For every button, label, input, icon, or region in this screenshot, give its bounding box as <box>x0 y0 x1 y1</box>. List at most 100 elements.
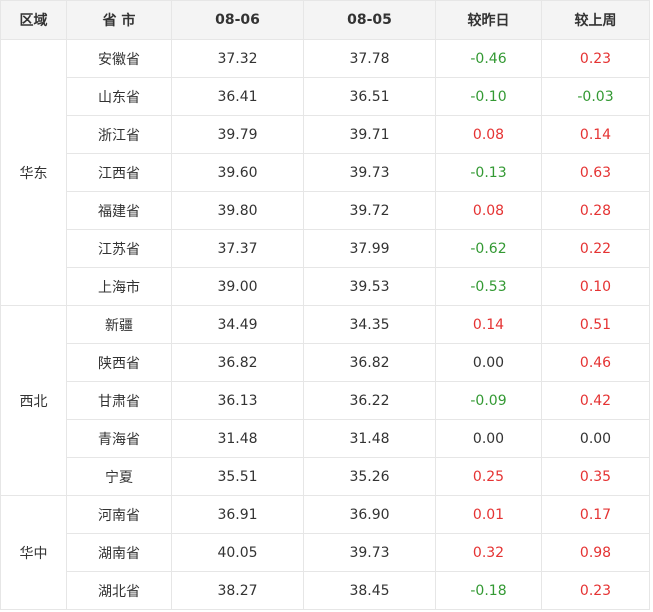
table-row: 湖南省 40.05 39.73 0.32 0.98 <box>1 533 650 572</box>
change-vs-yesterday-cell: 0.14 <box>435 305 542 344</box>
change-vs-last-week-cell: 0.63 <box>541 153 650 192</box>
change-vs-last-week-cell: 0.98 <box>541 533 650 572</box>
price-0806-cell: 39.79 <box>171 115 304 154</box>
price-0806-cell: 36.82 <box>171 343 304 382</box>
price-0805-cell: 38.45 <box>303 571 436 610</box>
price-0806-cell: 36.91 <box>171 495 304 534</box>
change-vs-last-week-cell: 0.22 <box>541 229 650 268</box>
price-0806-cell: 35.51 <box>171 457 304 496</box>
change-vs-yesterday-cell: -0.46 <box>435 39 542 78</box>
price-0806-cell: 40.05 <box>171 533 304 572</box>
price-0805-cell: 37.99 <box>303 229 436 268</box>
table-row: 江西省 39.60 39.73 -0.13 0.63 <box>1 153 650 192</box>
province-cell: 河南省 <box>66 495 172 534</box>
price-0805-cell: 39.53 <box>303 267 436 306</box>
change-vs-yesterday-cell: -0.62 <box>435 229 542 268</box>
price-0805-cell: 36.82 <box>303 343 436 382</box>
table-row: 华中 河南省 36.91 36.90 0.01 0.17 <box>0 495 650 610</box>
change-vs-last-week-cell: 0.23 <box>541 571 650 610</box>
change-vs-last-week-cell: 0.46 <box>541 343 650 382</box>
price-0805-cell: 37.78 <box>303 39 436 78</box>
price-0805-cell: 36.90 <box>303 495 436 534</box>
change-vs-yesterday-cell: -0.18 <box>435 571 542 610</box>
change-vs-yesterday-cell: 0.08 <box>435 191 542 230</box>
price-0805-cell: 39.71 <box>303 115 436 154</box>
change-vs-last-week-cell: 0.23 <box>541 39 650 78</box>
province-cell: 新疆 <box>66 305 172 344</box>
change-vs-last-week-cell: 0.51 <box>541 305 650 344</box>
table-row: 山东省 36.41 36.51 -0.10 -0.03 <box>1 77 650 116</box>
province-cell: 福建省 <box>66 191 172 230</box>
province-cell: 安徽省 <box>66 39 172 78</box>
province-cell: 宁夏 <box>66 457 172 496</box>
change-vs-yesterday-cell: 0.08 <box>435 115 542 154</box>
header-vs-yesterday: 较昨日 <box>435 0 542 40</box>
province-cell: 青海省 <box>66 419 172 458</box>
change-vs-yesterday-cell: 0.01 <box>435 495 542 534</box>
change-vs-last-week-cell: 0.35 <box>541 457 650 496</box>
province-cell: 江苏省 <box>66 229 172 268</box>
price-0806-cell: 34.49 <box>171 305 304 344</box>
change-vs-last-week-cell: 0.28 <box>541 191 650 230</box>
table-row: 华东 安徽省 37.32 37.78 -0.46 0.23 <box>0 39 650 306</box>
change-vs-yesterday-cell: -0.13 <box>435 153 542 192</box>
table-row: 甘肃省 36.13 36.22 -0.09 0.42 <box>1 381 650 420</box>
change-vs-yesterday-cell: 0.25 <box>435 457 542 496</box>
province-cell: 山东省 <box>66 77 172 116</box>
region-cell: 西北 <box>0 305 67 496</box>
province-cell: 浙江省 <box>66 115 172 154</box>
table-row: 上海市 39.00 39.53 -0.53 0.10 <box>1 267 650 306</box>
price-0805-cell: 34.35 <box>303 305 436 344</box>
price-0806-cell: 38.27 <box>171 571 304 610</box>
price-0806-cell: 31.48 <box>171 419 304 458</box>
table-row: 福建省 39.80 39.72 0.08 0.28 <box>1 191 650 230</box>
table-body: 华东 安徽省 37.32 37.78 -0.46 0.23 山东省 36.41 36.51 -0.… <box>0 39 650 610</box>
price-0806-cell: 37.32 <box>171 39 304 78</box>
price-0805-cell: 36.51 <box>303 77 436 116</box>
change-vs-last-week-cell: 0.10 <box>541 267 650 306</box>
province-cell: 湖北省 <box>66 571 172 610</box>
price-0805-cell: 36.22 <box>303 381 436 420</box>
province-cell: 江西省 <box>66 153 172 192</box>
province-cell: 甘肃省 <box>66 381 172 420</box>
table-row: 湖北省 38.27 38.45 -0.18 0.23 <box>1 571 650 610</box>
change-vs-last-week-cell: -0.03 <box>541 77 650 116</box>
header-region: 区域 <box>0 0 67 40</box>
price-0806-cell: 36.13 <box>171 381 304 420</box>
change-vs-yesterday-cell: -0.53 <box>435 267 542 306</box>
region-cell: 华东 <box>0 39 67 306</box>
province-cell: 上海市 <box>66 267 172 306</box>
header-province: 省 市 <box>66 0 172 40</box>
price-0805-cell: 39.73 <box>303 153 436 192</box>
change-vs-yesterday-cell: -0.10 <box>435 77 542 116</box>
change-vs-yesterday-cell: -0.09 <box>435 381 542 420</box>
price-0805-cell: 39.72 <box>303 191 436 230</box>
price-0805-cell: 39.73 <box>303 533 436 572</box>
change-vs-last-week-cell: 0.00 <box>541 419 650 458</box>
table-row: 陕西省 36.82 36.82 0.00 0.46 <box>1 343 650 382</box>
table-row: 江苏省 37.37 37.99 -0.62 0.22 <box>1 229 650 268</box>
price-0806-cell: 39.80 <box>171 191 304 230</box>
header-vs-last-week: 较上周 <box>541 0 650 40</box>
table-row: 浙江省 39.79 39.71 0.08 0.14 <box>1 115 650 154</box>
table-header: 区域 省 市 08-06 08-05 较昨日 较上周 <box>0 0 650 40</box>
province-cell: 陕西省 <box>66 343 172 382</box>
province-cell: 湖南省 <box>66 533 172 572</box>
header-date-0805: 08-05 <box>303 0 436 40</box>
change-vs-yesterday-cell: 0.00 <box>435 343 542 382</box>
change-vs-last-week-cell: 0.14 <box>541 115 650 154</box>
price-0806-cell: 39.00 <box>171 267 304 306</box>
change-vs-yesterday-cell: 0.00 <box>435 419 542 458</box>
table-row: 西北 新疆 34.49 34.35 0.14 0.51 <box>0 305 650 496</box>
price-0806-cell: 36.41 <box>171 77 304 116</box>
table-row: 宁夏 35.51 35.26 0.25 0.35 <box>1 457 650 496</box>
header-row: 区域 省 市 08-06 08-05 较昨日 较上周 <box>0 0 650 40</box>
price-0805-cell: 31.48 <box>303 419 436 458</box>
price-table: 区域 省 市 08-06 08-05 较昨日 较上周 华东 安徽省 37.32 37.… <box>0 0 650 610</box>
price-0806-cell: 37.37 <box>171 229 304 268</box>
change-vs-yesterday-cell: 0.32 <box>435 533 542 572</box>
change-vs-last-week-cell: 0.42 <box>541 381 650 420</box>
price-0805-cell: 35.26 <box>303 457 436 496</box>
change-vs-last-week-cell: 0.17 <box>541 495 650 534</box>
price-0806-cell: 39.60 <box>171 153 304 192</box>
